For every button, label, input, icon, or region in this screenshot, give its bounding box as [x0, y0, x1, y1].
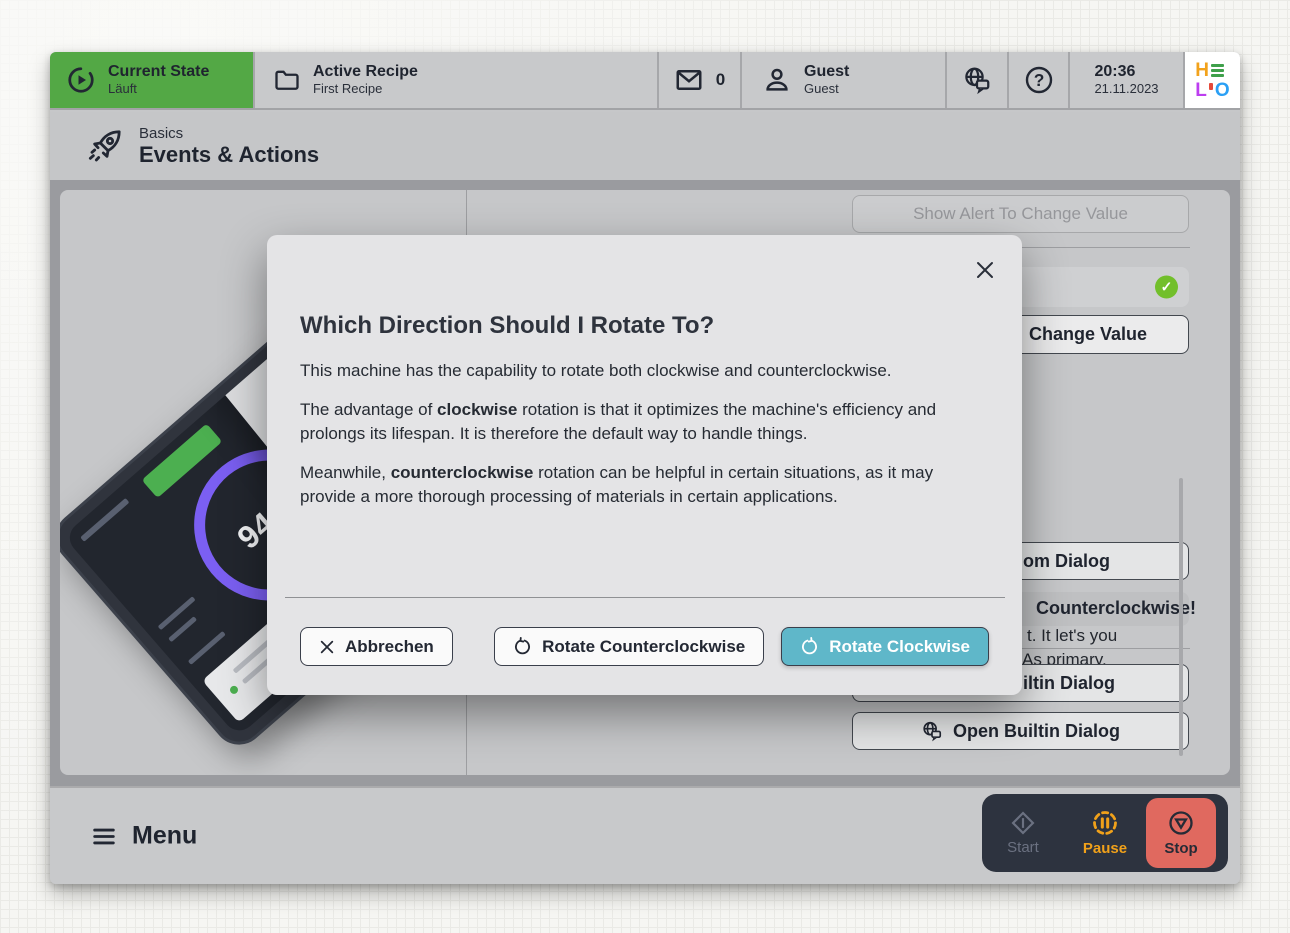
- active-recipe-tab[interactable]: Active Recipe First Recipe: [253, 52, 657, 108]
- rotate-cw-icon: [800, 637, 819, 656]
- current-state-tab[interactable]: Current State Läuft: [50, 52, 253, 108]
- pause-spinner-icon: [1091, 809, 1119, 837]
- logo-letter-h: H: [1195, 61, 1209, 80]
- user-button[interactable]: Guest Guest: [740, 52, 945, 108]
- current-state-value: Läuft: [108, 82, 209, 97]
- clock-time: 20:36: [1094, 63, 1158, 81]
- globe-chat-icon: [921, 720, 943, 742]
- dialog-paragraph-1: This machine has the capability to rotat…: [300, 359, 986, 384]
- cancel-button[interactable]: Abbrechen: [300, 627, 453, 666]
- page-header: Basics Events & Actions: [50, 112, 1240, 180]
- rotate-clockwise-button[interactable]: Rotate Clockwise: [781, 627, 989, 666]
- language-button[interactable]: [945, 52, 1007, 108]
- mail-button[interactable]: 0: [657, 52, 740, 108]
- dialog-actions: Abbrechen Rotate Counterclockwise: [300, 627, 989, 666]
- x-icon: [319, 639, 335, 655]
- clock-display: 20:36 21.11.2023: [1068, 52, 1183, 108]
- menu-button[interactable]: Menu: [90, 822, 197, 851]
- active-recipe-title: Active Recipe: [313, 63, 418, 81]
- envelope-icon: [674, 65, 704, 95]
- active-recipe-value: First Recipe: [313, 82, 418, 97]
- dialog-body: This machine has the capability to rotat…: [300, 359, 986, 524]
- start-diamond-icon: [1010, 810, 1036, 836]
- dialog-divider: [285, 597, 1005, 598]
- rotate-ccw-icon: [513, 637, 532, 656]
- brand-logo: H L O: [1183, 52, 1240, 108]
- dialog-paragraph-2: The advantage of clockwise rotation is t…: [300, 398, 986, 447]
- scrollbar[interactable]: [1179, 478, 1183, 756]
- page-title: Events & Actions: [139, 142, 319, 168]
- clock-date: 21.11.2023: [1094, 82, 1158, 97]
- logo-letter-e: [1211, 64, 1224, 77]
- play-circle-icon: [66, 65, 96, 95]
- top-bar: Current State Läuft Active Recipe First …: [50, 52, 1240, 110]
- hello-logo-icon: H L O: [1195, 61, 1229, 100]
- user-name: Guest: [804, 63, 849, 81]
- stop-octagon-icon: [1167, 809, 1195, 837]
- globe-chat-icon: [962, 65, 992, 95]
- help-button[interactable]: ?: [1007, 52, 1068, 108]
- user-role: Guest: [804, 82, 849, 97]
- check-icon: ✓: [1155, 276, 1178, 299]
- open-builtin-dialog-button[interactable]: Open Builtin Dialog: [852, 712, 1189, 750]
- breadcrumb-category: Basics: [139, 125, 319, 142]
- mail-count: 0: [716, 70, 725, 90]
- hamburger-icon: [90, 822, 118, 850]
- rocket-icon: [85, 126, 125, 166]
- current-state-title: Current State: [108, 63, 209, 81]
- svg-text:?: ?: [1033, 70, 1044, 90]
- bottom-bar: Menu Start Pause: [50, 786, 1240, 884]
- info-text-line-1: t. It let's you: [1027, 624, 1117, 648]
- show-alert-button[interactable]: Show Alert To Change Value: [852, 195, 1189, 233]
- rotate-counterclockwise-button[interactable]: Rotate Counterclockwise: [494, 627, 764, 666]
- pause-button[interactable]: Pause: [1064, 809, 1146, 857]
- dialog-title: Which Direction Should I Rotate To?: [300, 312, 714, 340]
- machine-controls: Start Pause Stop: [982, 794, 1228, 872]
- stop-button[interactable]: Stop: [1146, 798, 1216, 868]
- logo-apostrophe: [1209, 83, 1213, 90]
- folder-icon: [273, 66, 301, 94]
- rotate-direction-dialog: Which Direction Should I Rotate To? This…: [267, 235, 1022, 695]
- logo-letter-l: L: [1195, 81, 1207, 100]
- dialog-paragraph-3: Meanwhile, counterclockwise rotation can…: [300, 461, 986, 510]
- logo-letter-o: O: [1215, 81, 1230, 100]
- user-icon: [762, 65, 792, 95]
- question-icon: ?: [1023, 64, 1055, 96]
- close-icon[interactable]: [970, 255, 1000, 285]
- app-window: Current State Läuft Active Recipe First …: [50, 52, 1240, 884]
- start-button[interactable]: Start: [982, 810, 1064, 856]
